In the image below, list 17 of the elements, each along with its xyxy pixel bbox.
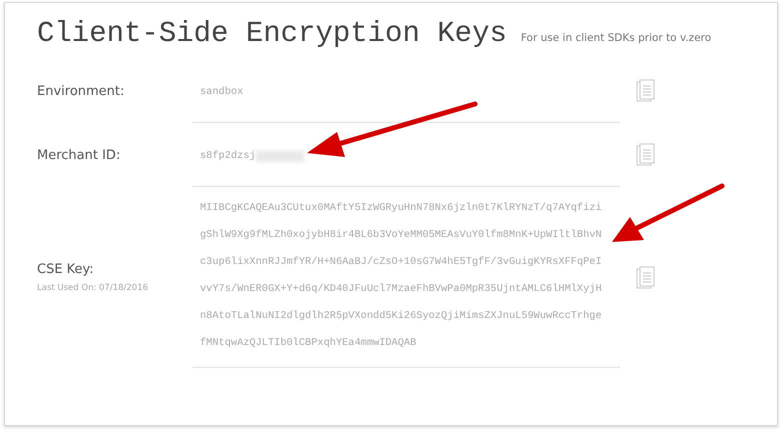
field-label: Environment:: [37, 84, 126, 98]
field-value: gShlW9Xg9fMLZh0xojybH8ir4BL6b3VoYeMM05MEAsVuY0lfm8MnK+UpWIltlBhvN: [200, 228, 602, 243]
field-label: CSE Key:: [37, 262, 95, 277]
copy-icon[interactable]: [636, 266, 656, 290]
field-value: c3up6lixXnnRJJmfYR/H+N6AaBJ/cZsO+10sG7W4hE5TgfF/3vGuigKYRsXFFqPeI: [200, 255, 602, 270]
field-value: sandbox: [200, 85, 244, 100]
page-title: Client-Side Encryption Keys: [37, 17, 507, 50]
field-value: n8AtoTLalNuNI2dlgdlh2R5pVXondd5Ki26SyozQjiMimsZXJnuL59WuwRccTrhge: [200, 309, 602, 324]
field-value: MIIBCgKCAQEAu3CUtux0MAftY5IzWGRyuHnN78Nx6jzln0t7KlRYNzT/q7AYqfizi: [200, 201, 602, 216]
copy-icon[interactable]: [636, 79, 656, 103]
field-value: vvY7s/WnER0GX+Y+d6q/KD40JFuUcl7MzaeFhBVwPa0MpR35UjntAMLC6lHMlXyjH: [200, 282, 602, 297]
field-label: Merchant ID:: [37, 148, 122, 162]
field-value: s8fp2dzsj: [200, 149, 256, 164]
field-value: fMNtqwAzQJLTIb0lCBPxqhYEa4mmwIDAQAB: [200, 336, 416, 351]
page-subtitle: For use in client SDKs prior to v.zero: [520, 32, 712, 44]
copy-icon[interactable]: [636, 143, 656, 167]
last-used-note: Last Used On: 07/18/2016: [37, 283, 150, 293]
